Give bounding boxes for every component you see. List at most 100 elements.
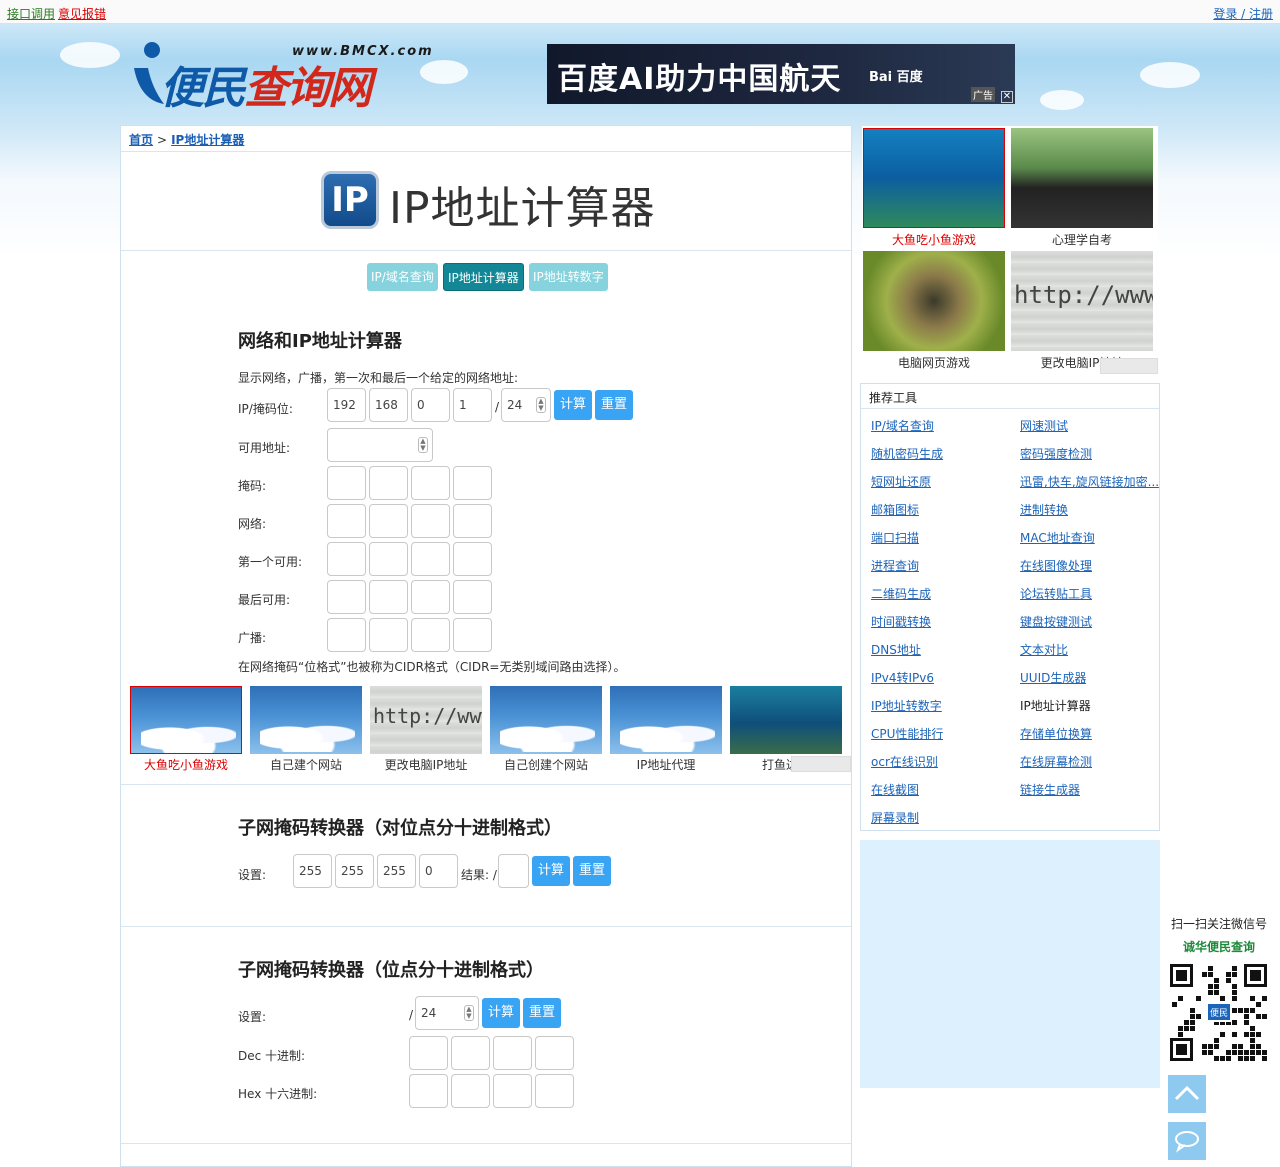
tool-link[interactable]: IP地址转数字	[871, 697, 942, 714]
login-register-link[interactable]: 登录 / 注册	[1213, 5, 1273, 22]
tool-link[interactable]: 在线屏幕检测	[1020, 753, 1092, 770]
subnet-octet-4-input[interactable]: 0	[419, 854, 458, 888]
hex-octet-3[interactable]	[493, 1074, 532, 1108]
tool-link[interactable]: DNS地址	[871, 641, 921, 658]
broadcast-octet-3[interactable]	[411, 618, 450, 652]
tool-link[interactable]: IP/域名查询	[871, 417, 934, 434]
network-octet-1[interactable]	[327, 504, 366, 538]
tool-link[interactable]: 密码强度检测	[1020, 445, 1092, 462]
tool-link[interactable]: 进制转换	[1020, 501, 1068, 518]
tool-link[interactable]: 随机密码生成	[871, 445, 943, 462]
calc-button[interactable]: 计算	[554, 390, 592, 420]
dec-octet-3[interactable]	[493, 1036, 532, 1070]
thumb-link[interactable]: 自己创建个网站	[490, 686, 602, 776]
first-octet-3[interactable]	[411, 542, 450, 576]
subnet-octet-1-input[interactable]: 255	[293, 854, 332, 888]
feedback-button[interactable]	[1168, 1122, 1206, 1160]
dec-octet-2[interactable]	[451, 1036, 490, 1070]
ad-close-icon[interactable]: ✕	[1001, 91, 1013, 103]
tab-ip-domain-lookup[interactable]: IP/域名查询	[367, 263, 438, 291]
ad-scroll-handle[interactable]	[1100, 358, 1158, 374]
hex-octet-1[interactable]	[409, 1074, 448, 1108]
breadcrumb-home[interactable]: 首页	[129, 133, 153, 147]
broadcast-octet-4[interactable]	[453, 618, 492, 652]
sidebar-thumb[interactable]: 心理学自考	[1010, 128, 1154, 248]
first-octet-4[interactable]	[453, 542, 492, 576]
tool-link[interactable]: 二维码生成	[871, 585, 931, 602]
ip-octet-2-input[interactable]: 168	[369, 388, 408, 422]
dec-octet-4[interactable]	[535, 1036, 574, 1070]
calc-button[interactable]: 计算	[482, 998, 520, 1028]
reset-button[interactable]: 重置	[573, 856, 611, 886]
tool-link[interactable]: IP地址计算器	[1020, 697, 1091, 714]
tool-link[interactable]: 在线截图	[871, 781, 919, 798]
tool-link[interactable]: 文本对比	[1020, 641, 1068, 658]
tool-link[interactable]: 进程查询	[871, 557, 919, 574]
tool-link[interactable]: 短网址还原	[871, 473, 931, 490]
mask-octet-3[interactable]	[411, 466, 450, 500]
sidebar-thumb[interactable]: 大鱼吃小鱼游戏	[862, 128, 1006, 248]
ad-scroll-handle[interactable]	[791, 756, 851, 772]
ip-octet-4-input[interactable]: 1	[453, 388, 492, 422]
network-octet-2[interactable]	[369, 504, 408, 538]
sidebar-thumb[interactable]: 电脑网页游戏	[862, 251, 1006, 371]
report-link[interactable]: 意见报错	[58, 5, 106, 22]
hex-octet-2[interactable]	[451, 1074, 490, 1108]
thumb-link[interactable]: IP地址代理	[610, 686, 722, 776]
tool-link[interactable]: MAC地址查询	[1020, 529, 1095, 546]
tool-link[interactable]: 键盘按键测试	[1020, 613, 1092, 630]
tool-link[interactable]: 迅雷,快车,旋风链接加密...	[1020, 473, 1159, 490]
tool-link[interactable]: 存储单位换算	[1020, 725, 1092, 742]
network-octet-3[interactable]	[411, 504, 450, 538]
last-octet-4[interactable]	[453, 580, 492, 614]
calc-button[interactable]: 计算	[532, 856, 570, 886]
tool-link[interactable]: 论坛转贴工具	[1020, 585, 1092, 602]
mask-bits-spinner[interactable]: 24 ▲ ▼	[415, 996, 479, 1030]
api-link[interactable]: 接口调用	[7, 5, 55, 22]
mask-octet-1[interactable]	[327, 466, 366, 500]
spinner-arrows-icon[interactable]: ▲ ▼	[464, 1005, 474, 1021]
tool-link[interactable]: 邮箱图标	[871, 501, 919, 518]
thumb-link[interactable]: http://www 更改电脑IP地址	[370, 686, 482, 776]
tool-link[interactable]: IPv4转IPv6	[871, 669, 934, 686]
tab-ip-to-number[interactable]: IP地址转数字	[529, 263, 608, 291]
thumb-link[interactable]: 大鱼吃小鱼游戏	[130, 686, 242, 776]
subnet-octet-2-input[interactable]: 255	[335, 854, 374, 888]
subnet-octet-3-input[interactable]: 255	[377, 854, 416, 888]
spinner-arrows-icon[interactable]: ▲ ▼	[536, 397, 546, 413]
tool-link[interactable]: 在线图像处理	[1020, 557, 1092, 574]
last-octet-1[interactable]	[327, 580, 366, 614]
tool-link[interactable]: 端口扫描	[871, 529, 919, 546]
broadcast-octet-1[interactable]	[327, 618, 366, 652]
back-to-top-button[interactable]	[1168, 1075, 1206, 1113]
first-octet-1[interactable]	[327, 542, 366, 576]
network-octet-4[interactable]	[453, 504, 492, 538]
top-ad-banner[interactable]: 百度AI助力中国航天 Bai 百度 广告 ✕	[547, 44, 1015, 104]
first-octet-2[interactable]	[369, 542, 408, 576]
ip-octet-1-input[interactable]: 192	[327, 388, 366, 422]
mask-octet-4[interactable]	[453, 466, 492, 500]
broadcast-octet-2[interactable]	[369, 618, 408, 652]
thumb-link[interactable]: 自己建个网站	[250, 686, 362, 776]
sidebar-thumb[interactable]: http://www 更改电脑IP地址	[1010, 251, 1154, 371]
usable-addresses-select[interactable]: ▲ ▼	[327, 428, 433, 462]
tool-link[interactable]: 时间戳转换	[871, 613, 931, 630]
reset-button[interactable]: 重置	[523, 998, 561, 1028]
tool-link[interactable]: 屏幕录制	[871, 809, 919, 826]
result-output[interactable]	[498, 854, 529, 888]
mask-octet-2[interactable]	[369, 466, 408, 500]
hex-octet-4[interactable]	[535, 1074, 574, 1108]
tool-link[interactable]: CPU性能排行	[871, 725, 943, 742]
tool-link[interactable]: UUID生成器	[1020, 669, 1086, 686]
breadcrumb-current[interactable]: IP地址计算器	[171, 133, 244, 147]
last-octet-3[interactable]	[411, 580, 450, 614]
tool-link[interactable]: ocr在线识别	[871, 753, 938, 770]
dec-octet-1[interactable]	[409, 1036, 448, 1070]
mask-bits-spinner[interactable]: 24 ▲ ▼	[501, 388, 551, 422]
tab-ip-calculator[interactable]: IP地址计算器	[443, 263, 524, 291]
tool-link[interactable]: 链接生成器	[1020, 781, 1080, 798]
tool-link[interactable]: 网速测试	[1020, 417, 1068, 434]
reset-button[interactable]: 重置	[595, 390, 633, 420]
last-octet-2[interactable]	[369, 580, 408, 614]
ip-octet-3-input[interactable]: 0	[411, 388, 450, 422]
